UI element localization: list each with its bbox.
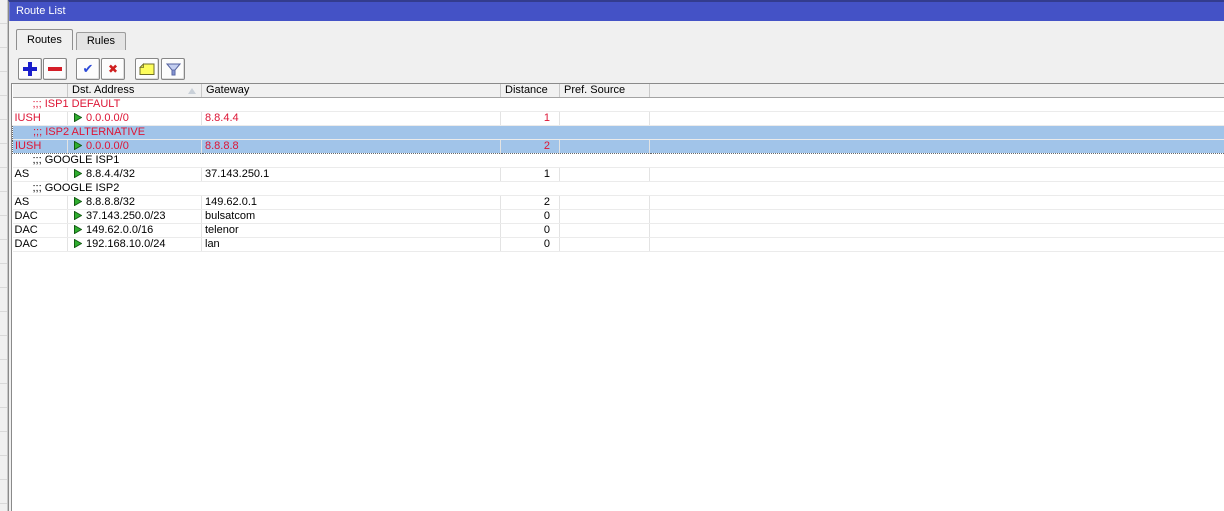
route-dst-address: 192.168.10.0/24 xyxy=(67,237,202,252)
column-header-dst-address[interactable]: Dst. Address xyxy=(67,84,202,98)
route-pref-source xyxy=(559,167,650,182)
plus-icon xyxy=(23,62,37,76)
column-header-distance[interactable]: Distance xyxy=(500,84,560,98)
route-row-filler xyxy=(649,223,1224,238)
route-flags: DAC xyxy=(12,209,68,224)
route-row-filler xyxy=(649,139,1224,154)
route-gateway: telenor xyxy=(201,223,501,238)
add-route-button[interactable] xyxy=(18,58,42,80)
filter-icon xyxy=(165,63,181,75)
route-gateway: 8.8.4.4 xyxy=(201,111,501,126)
route-pref-source xyxy=(559,195,650,210)
check-icon: ✔ xyxy=(82,61,94,77)
route-dst-address: 0.0.0.0/0 xyxy=(67,111,202,126)
comment-row[interactable]: ;;; ISP2 ALTERNATIVE xyxy=(12,124,1224,140)
route-comment: ;;; GOOGLE ISP2 xyxy=(12,181,1224,196)
route-pref-source xyxy=(559,111,650,126)
route-row-filler xyxy=(649,195,1224,210)
column-header-gateway[interactable]: Gateway xyxy=(201,84,501,98)
route-row[interactable]: DAC 149.62.0.0/16 telenor 0 xyxy=(12,223,1224,238)
comment-icon xyxy=(139,62,155,75)
route-gateway: 37.143.250.1 xyxy=(201,167,501,182)
comment-button[interactable] xyxy=(135,58,159,80)
toolbar: ✔ ✖ xyxy=(18,58,185,80)
filter-button[interactable] xyxy=(161,58,185,80)
route-flags: DAC xyxy=(12,237,68,252)
route-pref-source xyxy=(559,223,650,238)
route-row[interactable]: AS 8.8.8.8/32 149.62.0.1 2 xyxy=(12,195,1224,210)
route-comment: ;;; ISP1 DEFAULT xyxy=(12,97,1224,112)
route-distance: 0 xyxy=(500,209,560,224)
route-distance: 1 xyxy=(500,167,560,182)
route-dst-address: 8.8.8.8/32 xyxy=(67,195,202,210)
route-row-filler xyxy=(649,237,1224,252)
route-dst-address: 149.62.0.0/16 xyxy=(67,223,202,238)
disable-route-button[interactable]: ✖ xyxy=(101,58,125,80)
route-row[interactable]: DAC 192.168.10.0/24 lan 0 xyxy=(12,237,1224,252)
comment-row[interactable]: ;;; GOOGLE ISP1 xyxy=(12,153,1224,168)
window-titlebar[interactable]: Route List xyxy=(9,2,1224,21)
tab-bar: Routes Rules xyxy=(16,29,126,50)
route-pref-source xyxy=(559,237,650,252)
active-route-arrow-icon xyxy=(74,140,83,150)
active-route-arrow-icon xyxy=(74,112,83,122)
active-route-arrow-icon xyxy=(74,224,83,234)
route-comment: ;;; ISP2 ALTERNATIVE xyxy=(12,124,1224,140)
sort-ascending-icon xyxy=(188,88,196,94)
cross-icon: ✖ xyxy=(107,62,119,76)
table-header-row: Dst. Address Gateway Distance Pref. Sour… xyxy=(12,84,1224,98)
active-route-arrow-icon xyxy=(74,210,83,220)
route-table-body: ;;; ISP1 DEFAULT IUSH 0.0.0.0/0 8.8.4.4 1;;;… xyxy=(12,97,1224,252)
route-distance: 2 xyxy=(500,139,560,154)
route-row[interactable]: DAC 37.143.250.0/23 bulsatcom 0 xyxy=(12,209,1224,224)
remove-route-button[interactable] xyxy=(43,58,67,80)
minus-icon xyxy=(48,67,62,71)
route-flags: AS xyxy=(12,167,68,182)
route-distance: 2 xyxy=(500,195,560,210)
tab-rules[interactable]: Rules xyxy=(75,32,126,50)
route-row-filler xyxy=(649,209,1224,224)
active-route-arrow-icon xyxy=(74,196,83,206)
route-gateway: bulsatcom xyxy=(201,209,501,224)
route-distance: 0 xyxy=(500,237,560,252)
route-pref-source xyxy=(559,209,650,224)
column-header-filler xyxy=(649,84,1224,98)
route-flags: AS xyxy=(12,195,68,210)
route-row[interactable]: AS 8.8.4.4/32 37.143.250.1 1 xyxy=(12,167,1224,182)
route-dst-address: 0.0.0.0/0 xyxy=(67,139,202,154)
background-window-edge xyxy=(0,0,8,511)
comment-row[interactable]: ;;; ISP1 DEFAULT xyxy=(12,97,1224,112)
route-row[interactable]: IUSH 0.0.0.0/0 8.8.4.4 1 xyxy=(12,111,1224,126)
column-header-pref-source[interactable]: Pref. Source xyxy=(559,84,650,98)
route-flags: IUSH xyxy=(12,139,68,154)
window-title: Route List xyxy=(16,5,66,17)
route-list-window: Route List Routes Rules ✔ ✖ Dst. Address… xyxy=(8,0,1224,511)
enable-route-button[interactable]: ✔ xyxy=(76,58,100,80)
route-distance: 1 xyxy=(500,111,560,126)
tab-routes[interactable]: Routes xyxy=(16,29,73,50)
route-gateway: 8.8.8.8 xyxy=(201,139,501,154)
route-gateway: 149.62.0.1 xyxy=(201,195,501,210)
route-row-filler xyxy=(649,111,1224,126)
route-row-filler xyxy=(649,167,1224,182)
route-flags: DAC xyxy=(12,223,68,238)
route-dst-address: 8.8.4.4/32 xyxy=(67,167,202,182)
route-table: Dst. Address Gateway Distance Pref. Sour… xyxy=(12,84,1224,252)
route-comment: ;;; GOOGLE ISP1 xyxy=(12,153,1224,168)
route-dst-address: 37.143.250.0/23 xyxy=(67,209,202,224)
route-list-panel: Dst. Address Gateway Distance Pref. Sour… xyxy=(11,83,1224,511)
route-distance: 0 xyxy=(500,223,560,238)
active-route-arrow-icon xyxy=(74,168,83,178)
route-pref-source xyxy=(559,139,650,154)
active-route-arrow-icon xyxy=(74,238,83,248)
column-header-flags[interactable] xyxy=(12,84,68,98)
route-flags: IUSH xyxy=(12,111,68,126)
route-row[interactable]: IUSH 0.0.0.0/0 8.8.8.8 2 xyxy=(12,139,1224,154)
route-gateway: lan xyxy=(201,237,501,252)
comment-row[interactable]: ;;; GOOGLE ISP2 xyxy=(12,181,1224,196)
